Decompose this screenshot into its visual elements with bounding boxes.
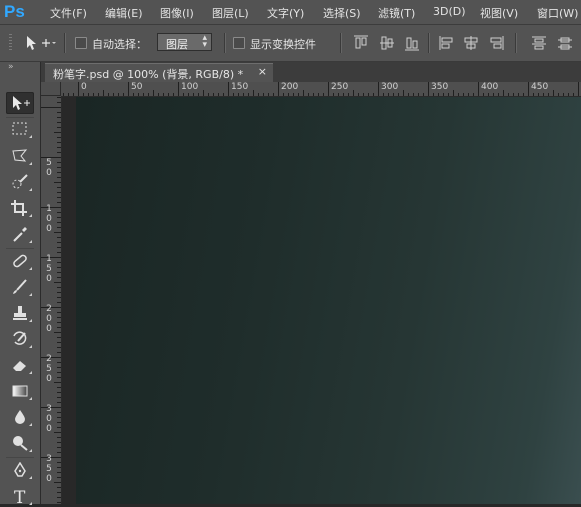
options-bar: 自动选择： 图层 ▴ ▾ 显示变换控件 xyxy=(0,25,581,62)
options-separator xyxy=(340,33,342,53)
options-separator xyxy=(515,33,517,53)
ruler-label-250: 250 xyxy=(46,354,52,384)
auto-select-label: 自动选择： xyxy=(92,38,147,51)
ruler-label-50: 50 xyxy=(46,158,52,178)
menu-select[interactable]: 选择(S) xyxy=(323,5,361,21)
align-right-icon[interactable] xyxy=(487,34,505,52)
water-drop-icon xyxy=(15,410,25,424)
menu-filter[interactable]: 滤镜(T) xyxy=(378,5,415,21)
ruler-label: 100 xyxy=(181,82,199,92)
gradient-tool[interactable] xyxy=(6,380,34,402)
document-tab[interactable]: 粉笔字.psd @ 100% (背景, RGB/8) * × xyxy=(45,63,273,82)
align-top-icon[interactable] xyxy=(352,34,370,52)
move-icon xyxy=(13,96,30,110)
bandage-icon xyxy=(13,254,27,268)
history-brush-icon xyxy=(13,331,27,345)
menu-image[interactable]: 图像(I) xyxy=(160,5,194,21)
align-vertical-center-icon[interactable] xyxy=(378,34,396,52)
ruler-label-100: 100 xyxy=(46,204,52,234)
eyedropper-icon xyxy=(13,227,27,242)
align-bottom-icon[interactable] xyxy=(403,34,421,52)
ruler-label: 350 xyxy=(431,82,449,92)
auto-select-value: 图层 xyxy=(166,38,188,51)
menu-view[interactable]: 视图(V) xyxy=(480,5,518,21)
brush-icon xyxy=(13,279,27,294)
auto-select-dropdown[interactable]: 图层 ▴ ▾ xyxy=(157,33,212,51)
eyedropper-tool[interactable] xyxy=(6,223,34,245)
eraser-tool[interactable] xyxy=(6,354,34,376)
auto-select-checkbox[interactable] xyxy=(75,37,87,49)
tools-separator xyxy=(6,457,34,458)
tools-panel: » T xyxy=(0,62,41,505)
ruler-label-300: 300 xyxy=(46,404,52,434)
menu-bar: Ps 文件(F) 编辑(E) 图像(I) 图层(L) 文字(Y) 选择(S) 滤… xyxy=(0,0,581,25)
menu-file[interactable]: 文件(F) xyxy=(50,5,87,21)
pen-icon xyxy=(14,462,26,477)
photoshop-logo: Ps xyxy=(4,2,25,21)
vertical-ruler[interactable]: 50 100 150 200 250 300 350 xyxy=(41,96,62,504)
show-transform-checkbox[interactable] xyxy=(233,37,245,49)
clone-stamp-tool[interactable] xyxy=(6,302,34,324)
quick-select-icon xyxy=(12,174,28,189)
dodge-icon xyxy=(13,436,28,451)
distribute-vertical-center-icon[interactable] xyxy=(556,34,574,52)
menu-edit[interactable]: 编辑(E) xyxy=(105,5,143,21)
document-title: 粉笔字.psd @ 100% (背景, RGB/8) * xyxy=(53,68,244,81)
menu-layer[interactable]: 图层(L) xyxy=(212,5,249,21)
type-icon: T xyxy=(14,488,26,504)
options-grip[interactable] xyxy=(9,34,12,52)
pen-tool[interactable] xyxy=(6,459,34,481)
marquee-tool[interactable] xyxy=(6,118,34,140)
ruler-label: 250 xyxy=(331,82,349,92)
document-tab-strip: 粉笔字.psd @ 100% (背景, RGB/8) * × xyxy=(41,62,581,82)
move-tool-preset-icon[interactable] xyxy=(24,34,56,52)
eraser-icon xyxy=(13,361,26,371)
ruler-label: 200 xyxy=(281,82,299,92)
dodge-tool[interactable] xyxy=(6,432,34,454)
distribute-top-icon[interactable] xyxy=(530,34,548,52)
stamp-icon xyxy=(13,306,27,320)
options-separator xyxy=(64,33,66,53)
document-canvas[interactable] xyxy=(76,97,581,504)
align-horizontal-center-icon[interactable] xyxy=(462,34,480,52)
history-brush-tool[interactable] xyxy=(6,328,34,350)
horizontal-ruler[interactable]: 0 50 100 150 200 250 300 350 400 450 xyxy=(61,82,581,97)
polygonal-lasso-icon xyxy=(12,149,28,162)
menu-3d[interactable]: 3D(D) xyxy=(433,5,466,18)
crop-tool[interactable] xyxy=(6,197,34,219)
rectangular-marquee-icon xyxy=(12,122,27,135)
ruler-label-150: 150 xyxy=(46,254,52,284)
ruler-origin[interactable] xyxy=(41,82,61,96)
quick-select-tool[interactable] xyxy=(6,171,34,193)
options-separator xyxy=(224,33,226,53)
ruler-label-350: 350 xyxy=(46,454,52,484)
menu-window[interactable]: 窗口(W) xyxy=(537,5,578,21)
ruler-label-200: 200 xyxy=(46,304,52,334)
ruler-label: 0 xyxy=(81,82,87,92)
brush-tool[interactable] xyxy=(6,276,34,298)
ruler-label: 50 xyxy=(131,82,143,92)
crop-icon xyxy=(11,200,27,216)
ruler-label: 150 xyxy=(231,82,249,92)
healing-brush-tool[interactable] xyxy=(6,250,34,272)
ruler-label: 300 xyxy=(381,82,399,92)
ruler-label: 400 xyxy=(481,82,499,92)
tools-separator xyxy=(6,248,34,249)
show-transform-label: 显示变换控件 xyxy=(250,38,316,51)
menu-type[interactable]: 文字(Y) xyxy=(267,5,304,21)
panel-collapse-icon[interactable]: » xyxy=(8,62,13,72)
svg-text:T: T xyxy=(14,488,26,504)
ruler-label: 450 xyxy=(531,82,549,92)
lasso-tool[interactable] xyxy=(6,145,34,167)
align-left-icon[interactable] xyxy=(438,34,456,52)
gradient-icon xyxy=(12,385,28,397)
options-separator xyxy=(428,33,430,53)
dropdown-arrows-icon: ▴ ▾ xyxy=(202,33,207,50)
blur-tool[interactable] xyxy=(6,406,34,428)
move-tool[interactable] xyxy=(6,92,34,114)
close-tab-icon[interactable]: × xyxy=(258,65,267,78)
